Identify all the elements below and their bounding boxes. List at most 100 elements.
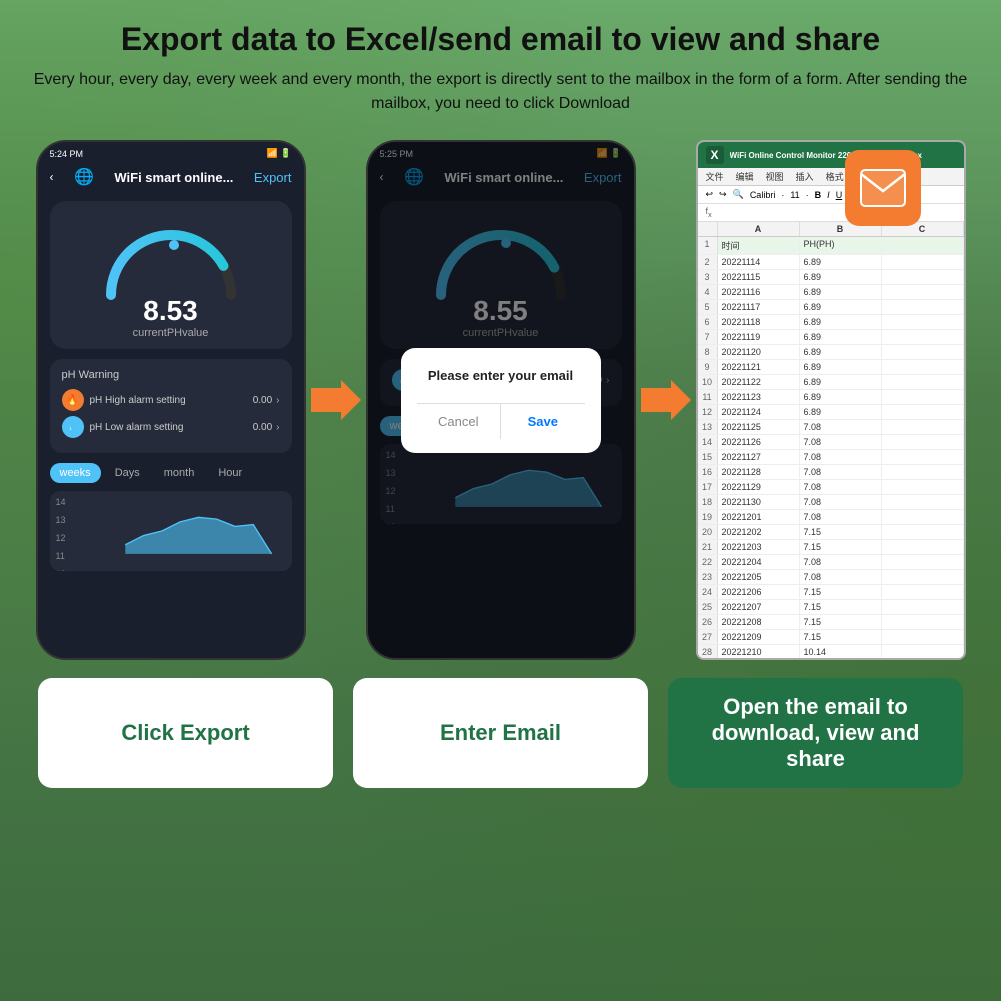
excel-cell-a: 20221129 [718,480,800,494]
phone1-chart: 14 13 12 11 10 [50,491,292,571]
arrow2 [636,375,696,425]
excel-cell-c [882,255,964,269]
excel-row: 5 20221117 6.89 [698,300,964,315]
excel-cell-b: 6.89 [800,270,882,284]
phone1-ph-warning-title: pH Warning [62,369,280,381]
cards-row: Click Export Enter Email Open the email … [30,678,971,788]
excel-underline-btn[interactable]: U [836,190,843,200]
excel-row-num: 25 [698,600,718,614]
excel-cell-a: 20221119 [718,330,800,344]
sub-title: Every hour, every day, every week and ev… [30,68,971,116]
excel-cell-b: 7.08 [800,465,882,479]
phone1-ph-high-icon: 🔥 [62,389,84,411]
phone2-dialog-save[interactable]: Save [501,403,585,439]
excel-row: 22 20221204 7.08 [698,555,964,570]
excel-row: 24 20221206 7.15 [698,585,964,600]
excel-menu-edit[interactable]: 编辑 [736,170,754,183]
excel-cell-a: 20221206 [718,585,800,599]
excel-cell-b: 7.15 [800,525,882,539]
phone1-ph-low-val: 0.00 [253,422,272,433]
excel-row: 20 20221202 7.15 [698,525,964,540]
excel-menu-insert[interactable]: 插入 [796,170,814,183]
excel-cell-a: 20221123 [718,390,800,404]
excel-col-a-header: A [718,222,800,236]
phone1-nav-title: WiFi smart online... [114,170,233,185]
excel-cell-a: 20221115 [718,270,800,284]
phone1-chart-svg [58,499,284,563]
phone1-back-icon: ‹ [50,170,54,184]
excel-cell-c [882,270,964,284]
excel-row: 16 20221128 7.08 [698,465,964,480]
excel-cell-c [882,330,964,344]
excel-row-num: 1 [698,237,718,254]
phone1-nav-export[interactable]: Export [254,170,292,185]
phone2-dialog-title: Please enter your email [417,368,585,383]
excel-cell-c [882,495,964,509]
phone1-tab-days[interactable]: Days [105,463,150,483]
excel-row: 26 20221208 7.15 [698,615,964,630]
excel-menu-file[interactable]: 文件 [706,170,724,183]
excel-bold-btn[interactable]: B [815,190,822,200]
excel-row-num: 15 [698,450,718,464]
phone1-tab-hour[interactable]: Hour [208,463,252,483]
excel-cell-c [882,570,964,584]
excel-row: 27 20221209 7.15 [698,630,964,645]
excel-cell-b: 7.08 [800,495,882,509]
phone2-mockup: 5:25 PM 📶 🔋 ‹ 🌐 WiFi smart online... Exp… [366,140,636,660]
excel-cell-c [882,405,964,419]
phone2-dialog-box: Please enter your email Cancel Save [401,348,601,453]
phone1-ph-low-icon: 💧 [62,416,84,438]
excel-cell-a: 20221128 [718,465,800,479]
excel-row: 28 20221210 10.14 [698,645,964,658]
excel-zoom-icon[interactable]: 🔍 [733,189,744,200]
excel-rows-container: 1 时间 PH(PH) 2 20221114 6.89 3 20221115 6… [698,237,964,658]
arrow1 [306,375,366,425]
excel-cell-a: 20221207 [718,600,800,614]
phone1-tab-month[interactable]: month [154,463,205,483]
excel-col-headers: A B C [698,222,964,237]
excel-italic-btn[interactable]: I [827,190,830,200]
phone2-dialog-buttons: Cancel Save [417,403,585,439]
excel-row-num: 23 [698,570,718,584]
excel-cell-c [882,420,964,434]
excel-row-num: 27 [698,630,718,644]
excel-cell-a: 20221201 [718,510,800,524]
phone1-time: 5:24 PM [50,149,84,159]
phone1-status-bar: 5:24 PM 📶 🔋 [38,142,304,161]
step-card-3: Open the email to download, view and sha… [668,678,963,788]
step-card-2: Enter Email [353,678,648,788]
phone1-nav-bar: ‹ 🌐 WiFi smart online... Export [38,161,304,193]
step-card-2-text: Enter Email [440,720,561,746]
main-title: Export data to Excel/send email to view … [30,20,971,58]
excel-cell-b: 7.08 [800,420,882,434]
excel-cell-b: 6.89 [800,375,882,389]
phone2-dialog-cancel[interactable]: Cancel [417,403,502,439]
excel-cell-a: 20221205 [718,570,800,584]
excel-cell-b: 7.15 [800,630,882,644]
excel-cell-b: 6.89 [800,315,882,329]
phone1-tab-weeks[interactable]: weeks [50,463,101,483]
excel-menu-view[interactable]: 视图 [766,170,784,183]
screenshots-row: 5:24 PM 📶 🔋 ‹ 🌐 WiFi smart online... Exp… [30,140,971,660]
excel-grid: A B C 1 时间 PH(PH) 2 20221114 6.89 3 2022… [698,222,964,658]
excel-menu-format[interactable]: 格式 [826,170,844,183]
phone1-icons: 📶 🔋 [267,148,292,159]
email-icon [860,169,906,207]
phone1-chart-labels: 14 13 12 11 10 [56,497,66,571]
excel-cell-b: 6.89 [800,285,882,299]
excel-redo-icon[interactable]: ↪ [719,189,727,200]
excel-cell-b: 6.89 [800,300,882,314]
excel-row: 7 20221119 6.89 [698,330,964,345]
excel-cell-a: 20221204 [718,555,800,569]
excel-row-num: 9 [698,360,718,374]
arrow1-svg [311,380,361,420]
excel-undo-icon[interactable]: ↩ [706,189,714,200]
phone1-ph-low-label: pH Low alarm setting [90,422,253,433]
excel-cell-b: 7.15 [800,585,882,599]
excel-cell-b: 6.89 [800,390,882,404]
excel-cell-b: 10.14 [800,645,882,658]
excel-cell-b: 6.89 [800,345,882,359]
excel-cell-c [882,525,964,539]
excel-cell-c [882,510,964,524]
excel-formula-bar: fx [698,204,964,222]
